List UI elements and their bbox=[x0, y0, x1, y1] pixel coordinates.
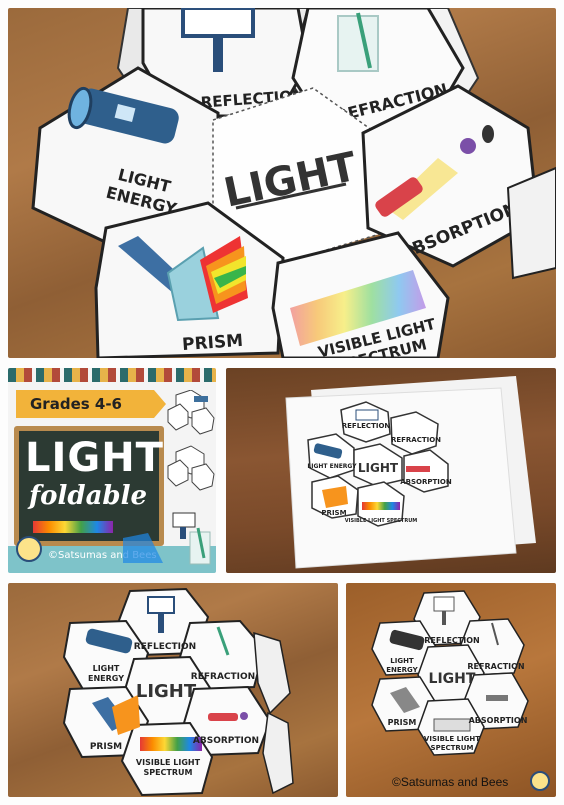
bl-reflection: REFLECTION bbox=[134, 642, 196, 652]
bl-prism: PRISM bbox=[90, 742, 122, 752]
br-refraction: REFRACTION bbox=[467, 662, 524, 671]
grades-label: Grades 4-6 bbox=[30, 395, 122, 413]
bl-absorption: ABSORPTION bbox=[193, 736, 259, 746]
sheets: REFLECTION REFRACTION LIGHT ENERGY LIGHT… bbox=[285, 376, 536, 569]
cover-subtitle: foldable bbox=[29, 481, 148, 511]
bottom-left-photo: REFLECTION REFRACTION LIGHT ENERGY LIGHT… bbox=[8, 583, 338, 797]
grades-banner: Grades 4-6 bbox=[16, 390, 166, 418]
sheet-center: LIGHT bbox=[358, 461, 399, 475]
sheet-refraction: REFRACTION bbox=[391, 436, 441, 444]
bl-visible-1: VISIBLE LIGHT bbox=[136, 758, 201, 767]
br-reflection: REFLECTION bbox=[424, 636, 479, 645]
bl-light-energy-1: LIGHT bbox=[93, 664, 120, 673]
br-foldable: REFLECTION REFRACTION LIGHT ENERGY LIGHT… bbox=[371, 590, 529, 756]
br-center: LIGHT bbox=[429, 671, 476, 687]
bl-refraction: REFRACTION bbox=[191, 672, 255, 682]
sheet-visible: VISIBLE LIGHT SPECTRUM bbox=[345, 518, 418, 524]
collage: REFLECTION REFRACTION LIGHT ENERGY LIGHT bbox=[0, 0, 564, 805]
br-visible-1: VISIBLE LIGHT bbox=[424, 735, 480, 743]
cover-title: LIGHT bbox=[25, 435, 164, 481]
cover-glass-icon bbox=[123, 512, 211, 565]
mini-foldables bbox=[167, 390, 215, 491]
br-brand: ©Satsumas and Bees bbox=[392, 775, 509, 789]
br-light-energy-1: LIGHT bbox=[390, 657, 414, 665]
br-prism: PRISM bbox=[388, 718, 417, 727]
sheet-absorption: ABSORPTION bbox=[400, 478, 452, 486]
bl-foldable: REFLECTION REFRACTION LIGHT ENERGY LIGHT… bbox=[62, 587, 294, 797]
sheet-prism: PRISM bbox=[321, 509, 346, 517]
bl-visible-2: SPECTRUM bbox=[143, 768, 192, 777]
bottom-right-photo: REFLECTION REFRACTION LIGHT ENERGY LIGHT… bbox=[346, 583, 556, 797]
br-light-energy-2: ENERGY bbox=[386, 666, 418, 674]
sheet-reflection: REFLECTION bbox=[342, 422, 391, 430]
bee-icon bbox=[16, 536, 42, 562]
pattern-stripe bbox=[8, 368, 216, 382]
sheets-photo: REFLECTION REFRACTION LIGHT ENERGY LIGHT… bbox=[226, 368, 556, 573]
top-prism-label: PRISM bbox=[182, 331, 244, 355]
br-absorption: ABSORPTION bbox=[469, 716, 528, 725]
top-foldable: REFLECTION REFRACTION LIGHT ENERGY LIGHT bbox=[31, 8, 556, 358]
bl-light-energy-2: ENERGY bbox=[88, 674, 124, 683]
sheet-light-energy: LIGHT ENERGY bbox=[307, 463, 357, 470]
cover-spectrum bbox=[33, 521, 113, 533]
top-photo: REFLECTION REFRACTION LIGHT ENERGY LIGHT bbox=[8, 8, 556, 358]
bee-logo-icon bbox=[530, 771, 550, 791]
cover-panel: Grades 4-6 LIGHT foldable ©Satsumas and … bbox=[8, 368, 216, 573]
br-visible-2: SPECTRUM bbox=[431, 744, 474, 752]
bl-center: LIGHT bbox=[136, 681, 197, 702]
